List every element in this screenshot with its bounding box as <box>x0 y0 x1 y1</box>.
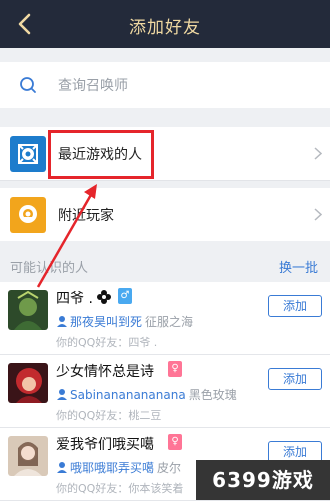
nearby-players-row[interactable]: 附近玩家 <box>0 188 330 241</box>
server-name: 征服之海 <box>145 315 194 329</box>
highlight-box <box>48 130 154 179</box>
server-name: 皮尔 <box>157 461 182 475</box>
male-badge-icon: ♂ <box>118 288 132 304</box>
search-icon <box>20 77 36 93</box>
suggestions-title: 可能认识的人 <box>10 261 89 276</box>
chevron-right-icon <box>314 147 322 160</box>
nearby-players-icon <box>10 197 46 233</box>
row-divider <box>0 180 330 181</box>
friend-source: 你的QQ好友：桃二豆 <box>56 409 162 422</box>
game-nickname: Sabinananananana <box>70 388 186 402</box>
flower-emoji-icon <box>97 290 111 304</box>
page-title: 添加好友 <box>129 18 201 38</box>
friend-source: 你的QQ好友：四爷 . <box>56 336 158 349</box>
game-nickname: 那夜昊叫到死 <box>70 315 143 329</box>
avatar <box>8 436 48 476</box>
add-friend-button[interactable]: 添加 <box>268 295 322 317</box>
game-nickname: 哦耶哦耶弄买噶 <box>70 461 155 475</box>
friend-name: 爱我爷们哦买噶 <box>56 437 154 453</box>
chevron-right-icon <box>314 208 322 221</box>
person-icon <box>57 389 67 400</box>
server-name: 黑色玫瑰 <box>188 388 237 402</box>
add-friend-button[interactable]: 添加 <box>268 368 322 390</box>
search-bar[interactable]: 查询召唤师 <box>0 62 330 108</box>
person-icon <box>57 316 67 327</box>
top-bar: 添加好友 <box>0 0 330 48</box>
list-item: 四爷 . ♂ 那夜昊叫到死 征服之海 你的QQ好友：四爷 . 添加 <box>0 282 330 355</box>
person-icon <box>57 462 67 473</box>
friend-name: 四爷 . <box>56 291 93 307</box>
friend-source: 你的QQ好友：你本该笑着 <box>56 482 184 495</box>
female-badge-icon: ♀ <box>168 361 182 377</box>
suggestions-header: 可能认识的人 换一批 <box>0 249 330 282</box>
avatar <box>8 290 48 330</box>
list-item: 少女情怀总是诗 ♀ Sabinananananana 黑色玫瑰 你的QQ好友：桃二… <box>0 355 330 428</box>
refresh-batch-button[interactable]: 换一批 <box>279 257 318 276</box>
nearby-players-label: 附近玩家 <box>58 208 114 224</box>
recent-players-icon <box>10 136 46 172</box>
female-badge-icon: ♀ <box>168 434 182 450</box>
friend-name: 少女情怀总是诗 <box>56 364 154 380</box>
site-watermark: 6399游戏 <box>196 460 330 500</box>
avatar <box>8 363 48 403</box>
search-placeholder: 查询召唤师 <box>58 78 128 94</box>
